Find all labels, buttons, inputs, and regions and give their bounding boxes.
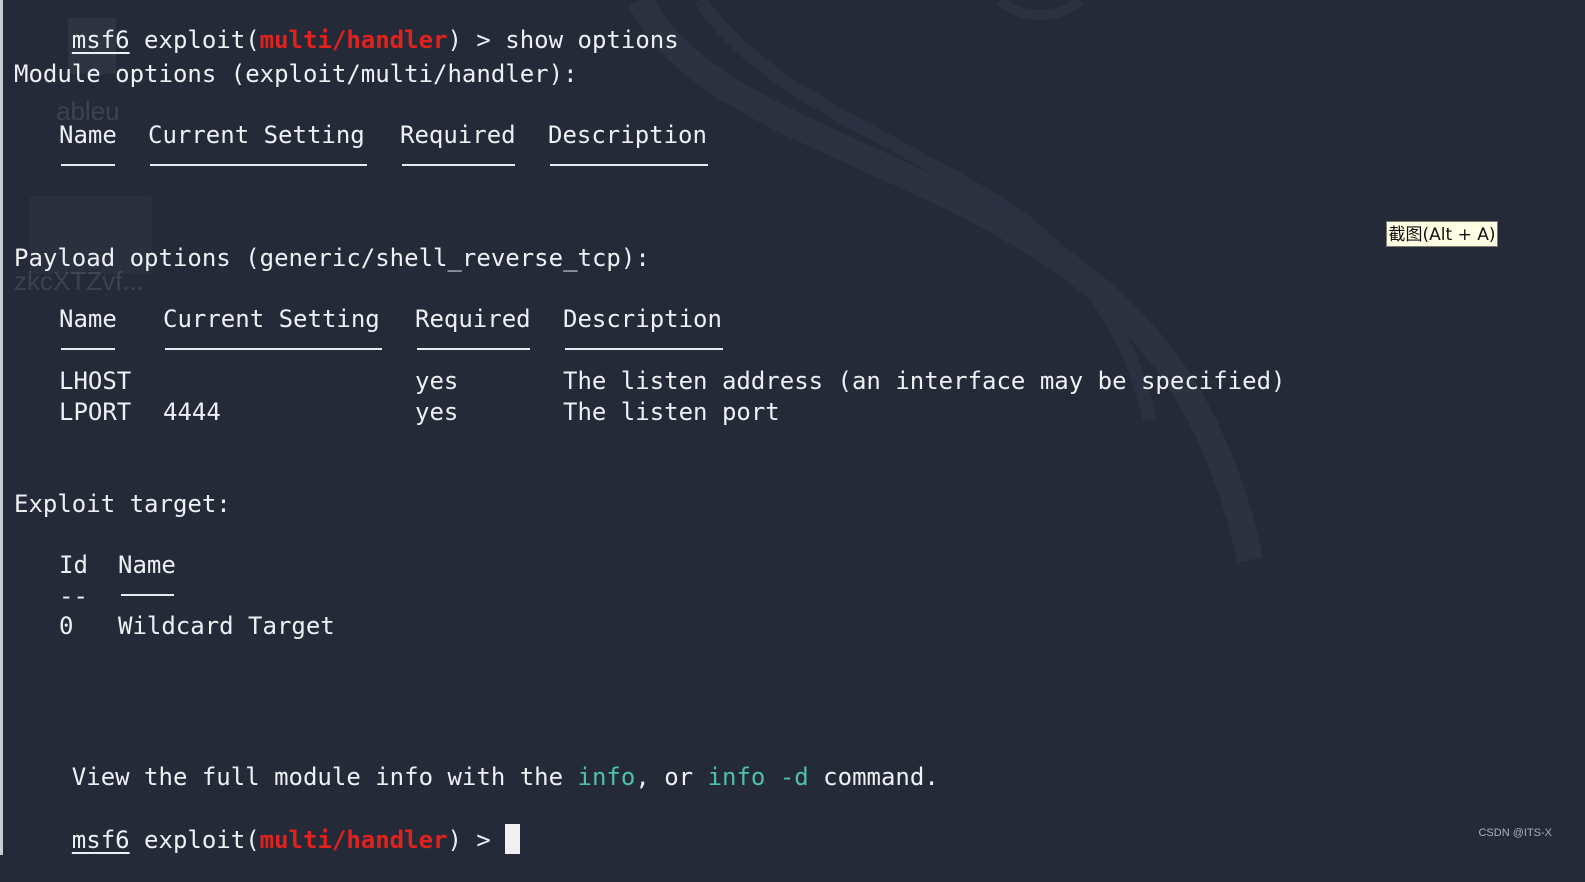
- window-left-border: [0, 0, 3, 855]
- payload-rule-description: [565, 348, 723, 350]
- target-rule-name: [121, 594, 174, 596]
- payload-rule-required: [417, 348, 530, 350]
- payload-header-description: Description: [563, 305, 722, 333]
- module-rule-setting: [150, 164, 367, 166]
- final-prompt-pre: exploit(: [129, 826, 260, 854]
- payload-header-name: Name: [59, 305, 117, 333]
- lhost-required: yes: [415, 367, 459, 395]
- screenshot-tooltip: 截图(Alt + A): [1386, 221, 1498, 247]
- final-prompt-module: multi/handler: [259, 826, 448, 854]
- target-row-name: Wildcard Target: [118, 612, 335, 640]
- module-options-heading: Module options (exploit/multi/handler):: [14, 60, 578, 88]
- payload-header-setting: Current Setting: [163, 305, 380, 333]
- prompt-command: show options: [505, 26, 679, 54]
- prompt-post: ) >: [447, 26, 506, 54]
- module-header-description: Description: [548, 121, 707, 149]
- module-rule-description: [550, 164, 708, 166]
- module-rule-name: [61, 164, 115, 166]
- info-d-command: info -d: [707, 763, 809, 791]
- exploit-target-heading: Exploit target:: [14, 490, 231, 518]
- info-pre: View the full module info with the: [71, 763, 578, 791]
- target-separator-id: --: [59, 582, 88, 610]
- module-header-setting: Current Setting: [148, 121, 365, 149]
- lhost-description: The listen address (an interface may be …: [563, 367, 1286, 395]
- payload-header-required: Required: [415, 305, 531, 333]
- target-header-id: Id: [59, 551, 88, 579]
- prompt-pre: exploit(: [129, 26, 260, 54]
- text-cursor[interactable]: [505, 824, 521, 854]
- lport-description: The listen port: [563, 398, 780, 426]
- info-mid: , or: [635, 763, 708, 791]
- target-header-name: Name: [118, 551, 176, 579]
- final-prompt-line[interactable]: msf6 exploit(multi/handler) >: [14, 796, 521, 882]
- info-post: command.: [808, 763, 939, 791]
- lport-name: LPORT: [59, 398, 132, 426]
- module-header-name: Name: [59, 121, 117, 149]
- payload-options-heading: Payload options (generic/shell_reverse_t…: [14, 244, 650, 272]
- module-rule-required: [402, 164, 515, 166]
- lport-required: yes: [415, 398, 459, 426]
- final-prompt-post: ) >: [447, 826, 506, 854]
- prompt-module: multi/handler: [259, 26, 448, 54]
- watermark: CSDN @ITS-X: [1478, 827, 1552, 839]
- prompt-user: msf6: [71, 26, 130, 54]
- info-command: info: [577, 763, 636, 791]
- lhost-name: LHOST: [59, 367, 132, 395]
- payload-rule-name: [61, 348, 115, 350]
- module-header-required: Required: [400, 121, 516, 149]
- final-prompt-user: msf6: [71, 826, 130, 854]
- target-row-id: 0: [59, 612, 74, 640]
- payload-rule-setting: [165, 348, 382, 350]
- lport-setting: 4444: [163, 398, 221, 426]
- terminal[interactable]: msf6 exploit(multi/handler) > show optio…: [14, 0, 1574, 855]
